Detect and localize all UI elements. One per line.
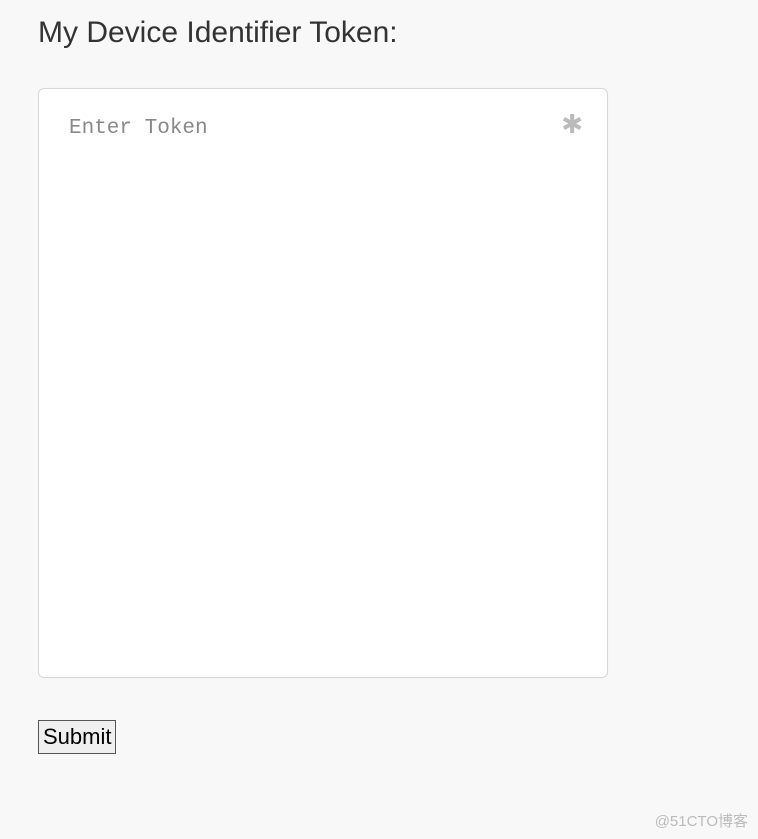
required-asterisk-icon: ✱ [561,111,583,137]
submit-button[interactable]: Submit [38,720,116,754]
watermark-text: @51CTO博客 [655,810,748,831]
token-input[interactable] [69,117,577,649]
page-title: My Device Identifier Token: [38,16,720,50]
main-container: My Device Identifier Token: ✱ Submit [0,0,758,754]
token-input-box: ✱ [38,88,608,678]
